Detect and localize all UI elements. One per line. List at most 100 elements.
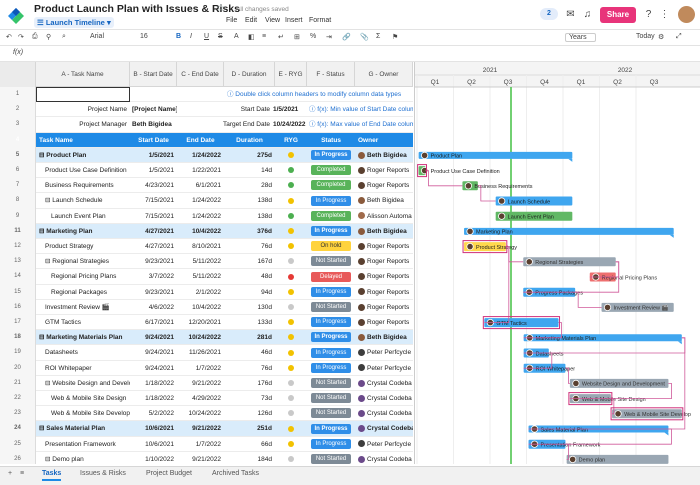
start-date[interactable]: 9/23/2021 — [130, 285, 177, 300]
row-number[interactable]: 25 — [0, 436, 36, 452]
column-header-c[interactable]: C - End Date — [177, 62, 224, 87]
start-date[interactable]: 1/5/2021 — [130, 163, 177, 178]
row-number[interactable]: 13 — [0, 254, 36, 270]
row-number[interactable]: 21 — [0, 375, 36, 391]
row-number[interactable]: 20 — [0, 360, 36, 376]
start-date[interactable]: 7/15/2021 — [130, 193, 177, 208]
status-cell[interactable]: Delayed — [307, 269, 355, 284]
duration[interactable]: 167d — [224, 254, 275, 269]
font-select[interactable]: Arial — [90, 33, 104, 40]
task-name-cell[interactable]: ⊟ Demo plan — [36, 452, 130, 464]
highlight-icon[interactable]: ⚑ — [392, 33, 398, 41]
end-date[interactable]: 10/4/2022 — [177, 224, 224, 239]
help-icon[interactable]: ? — [642, 8, 655, 21]
task-name-cell[interactable]: Web & Mobile Site Develop — [36, 406, 130, 421]
ryg-cell[interactable] — [275, 391, 307, 406]
row-number[interactable]: 18 — [0, 330, 36, 346]
meta-label[interactable]: Project Manager — [36, 117, 130, 132]
ryg-cell[interactable] — [275, 345, 307, 360]
end-date[interactable]: 12/20/2021 — [177, 315, 224, 330]
start-date[interactable]: 10/6/2021 — [130, 437, 177, 452]
owner-cell[interactable]: Roger Reports — [355, 178, 413, 193]
row-number[interactable]: 4 — [0, 132, 36, 148]
ryg-cell[interactable] — [275, 269, 307, 284]
task-name-cell[interactable]: Business Requirements — [36, 178, 130, 193]
status-cell[interactable]: In Progress — [307, 224, 355, 239]
task-name-cell[interactable]: ⊟ Product Plan — [36, 148, 130, 163]
ryg-cell[interactable] — [275, 178, 307, 193]
duration[interactable]: 66d — [224, 437, 275, 452]
menu-insert[interactable]: Insert — [285, 17, 303, 24]
start-date[interactable]: 5/2/2022 — [130, 406, 177, 421]
attach-icon[interactable]: 📎 — [360, 33, 369, 41]
meta-value-2[interactable]: 1/5/2021 — [270, 102, 306, 117]
start-date[interactable]: 9/24/2021 — [130, 345, 177, 360]
meta-value[interactable]: Beth Bigidea — [130, 117, 177, 132]
table-header-start[interactable]: Start Date — [130, 133, 177, 148]
row-number[interactable]: 14 — [0, 269, 36, 285]
meta-value-2[interactable]: 10/24/2022 — [270, 117, 306, 132]
owner-cell[interactable]: Crystal Codeba — [355, 391, 413, 406]
end-date[interactable]: 1/22/2021 — [177, 163, 224, 178]
meta-label[interactable]: Project Name — [36, 102, 130, 117]
status-cell[interactable]: Not Started — [307, 406, 355, 421]
status-cell[interactable]: In Progress — [307, 345, 355, 360]
start-date[interactable]: 4/23/2021 — [130, 178, 177, 193]
duration[interactable]: 138d — [224, 209, 275, 224]
status-cell[interactable]: Completed — [307, 209, 355, 224]
collaborators-badge[interactable]: 2 — [540, 8, 558, 20]
table-header-owner[interactable]: Owner — [355, 133, 413, 148]
ryg-cell[interactable] — [275, 254, 307, 269]
end-date[interactable]: 1/24/2022 — [177, 148, 224, 163]
task-name-cell[interactable]: Launch Event Plan — [36, 209, 130, 224]
gantt-settings-icon[interactable]: ⚙ — [658, 33, 664, 41]
end-date[interactable]: 5/11/2022 — [177, 269, 224, 284]
ryg-cell[interactable] — [275, 300, 307, 315]
duration[interactable]: 76d — [224, 361, 275, 376]
column-header-g[interactable]: G - Owner — [355, 62, 413, 87]
row-number[interactable]: 9 — [0, 208, 36, 224]
task-name-cell[interactable]: Regional Pricing Plans — [36, 269, 130, 284]
undo-icon[interactable]: ↶ — [6, 33, 12, 41]
column-header-a[interactable]: A - Task Name — [36, 62, 130, 87]
column-header-f[interactable]: F - Status — [307, 62, 355, 87]
row-number[interactable]: 24 — [0, 421, 36, 437]
status-cell[interactable]: Not Started — [307, 376, 355, 391]
task-name-cell[interactable]: Regional Packages — [36, 285, 130, 300]
print-icon[interactable]: ⎙ — [32, 33, 38, 41]
comment-icon[interactable]: ✉ — [564, 8, 577, 21]
ryg-cell[interactable] — [275, 361, 307, 376]
start-date[interactable]: 6/17/2021 — [130, 315, 177, 330]
ryg-cell[interactable] — [275, 421, 307, 436]
row-number[interactable]: 12 — [0, 239, 36, 255]
row-number[interactable]: 11 — [0, 223, 36, 239]
tab-archived-tasks[interactable]: Archived Tasks — [212, 470, 259, 477]
menu-file[interactable]: File — [226, 17, 237, 24]
meta-label-2[interactable]: Start Date — [177, 102, 273, 117]
link-icon[interactable]: 🔗 — [342, 33, 351, 41]
owner-cell[interactable]: Peter Perfcycle — [355, 361, 413, 376]
owner-cell[interactable]: Alisson Automa — [355, 209, 413, 224]
ryg-cell[interactable] — [275, 224, 307, 239]
start-date[interactable]: 1/18/2022 — [130, 376, 177, 391]
format-icon[interactable]: ⊞ — [294, 33, 300, 41]
row-number[interactable]: 3 — [0, 117, 36, 133]
ryg-cell[interactable] — [275, 406, 307, 421]
row-number[interactable]: 23 — [0, 406, 36, 422]
duration[interactable]: 48d — [224, 269, 275, 284]
status-cell[interactable]: In Progress — [307, 285, 355, 300]
end-date[interactable]: 2/1/2022 — [177, 285, 224, 300]
status-cell[interactable]: Not Started — [307, 391, 355, 406]
row-number[interactable]: 22 — [0, 391, 36, 407]
duration[interactable]: 46d — [224, 345, 275, 360]
owner-cell[interactable]: Roger Reports — [355, 239, 413, 254]
task-name-cell[interactable]: ⊟ Sales Material Plan — [36, 421, 130, 436]
column-header-e[interactable]: E - RYG — [275, 62, 307, 87]
start-date[interactable]: 10/6/2021 — [130, 421, 177, 436]
ryg-cell[interactable] — [275, 330, 307, 345]
ryg-cell[interactable] — [275, 163, 307, 178]
status-cell[interactable]: Completed — [307, 163, 355, 178]
owner-cell[interactable]: Roger Reports — [355, 163, 413, 178]
bold-button[interactable]: B — [176, 33, 181, 40]
start-date[interactable]: 7/15/2021 — [130, 209, 177, 224]
